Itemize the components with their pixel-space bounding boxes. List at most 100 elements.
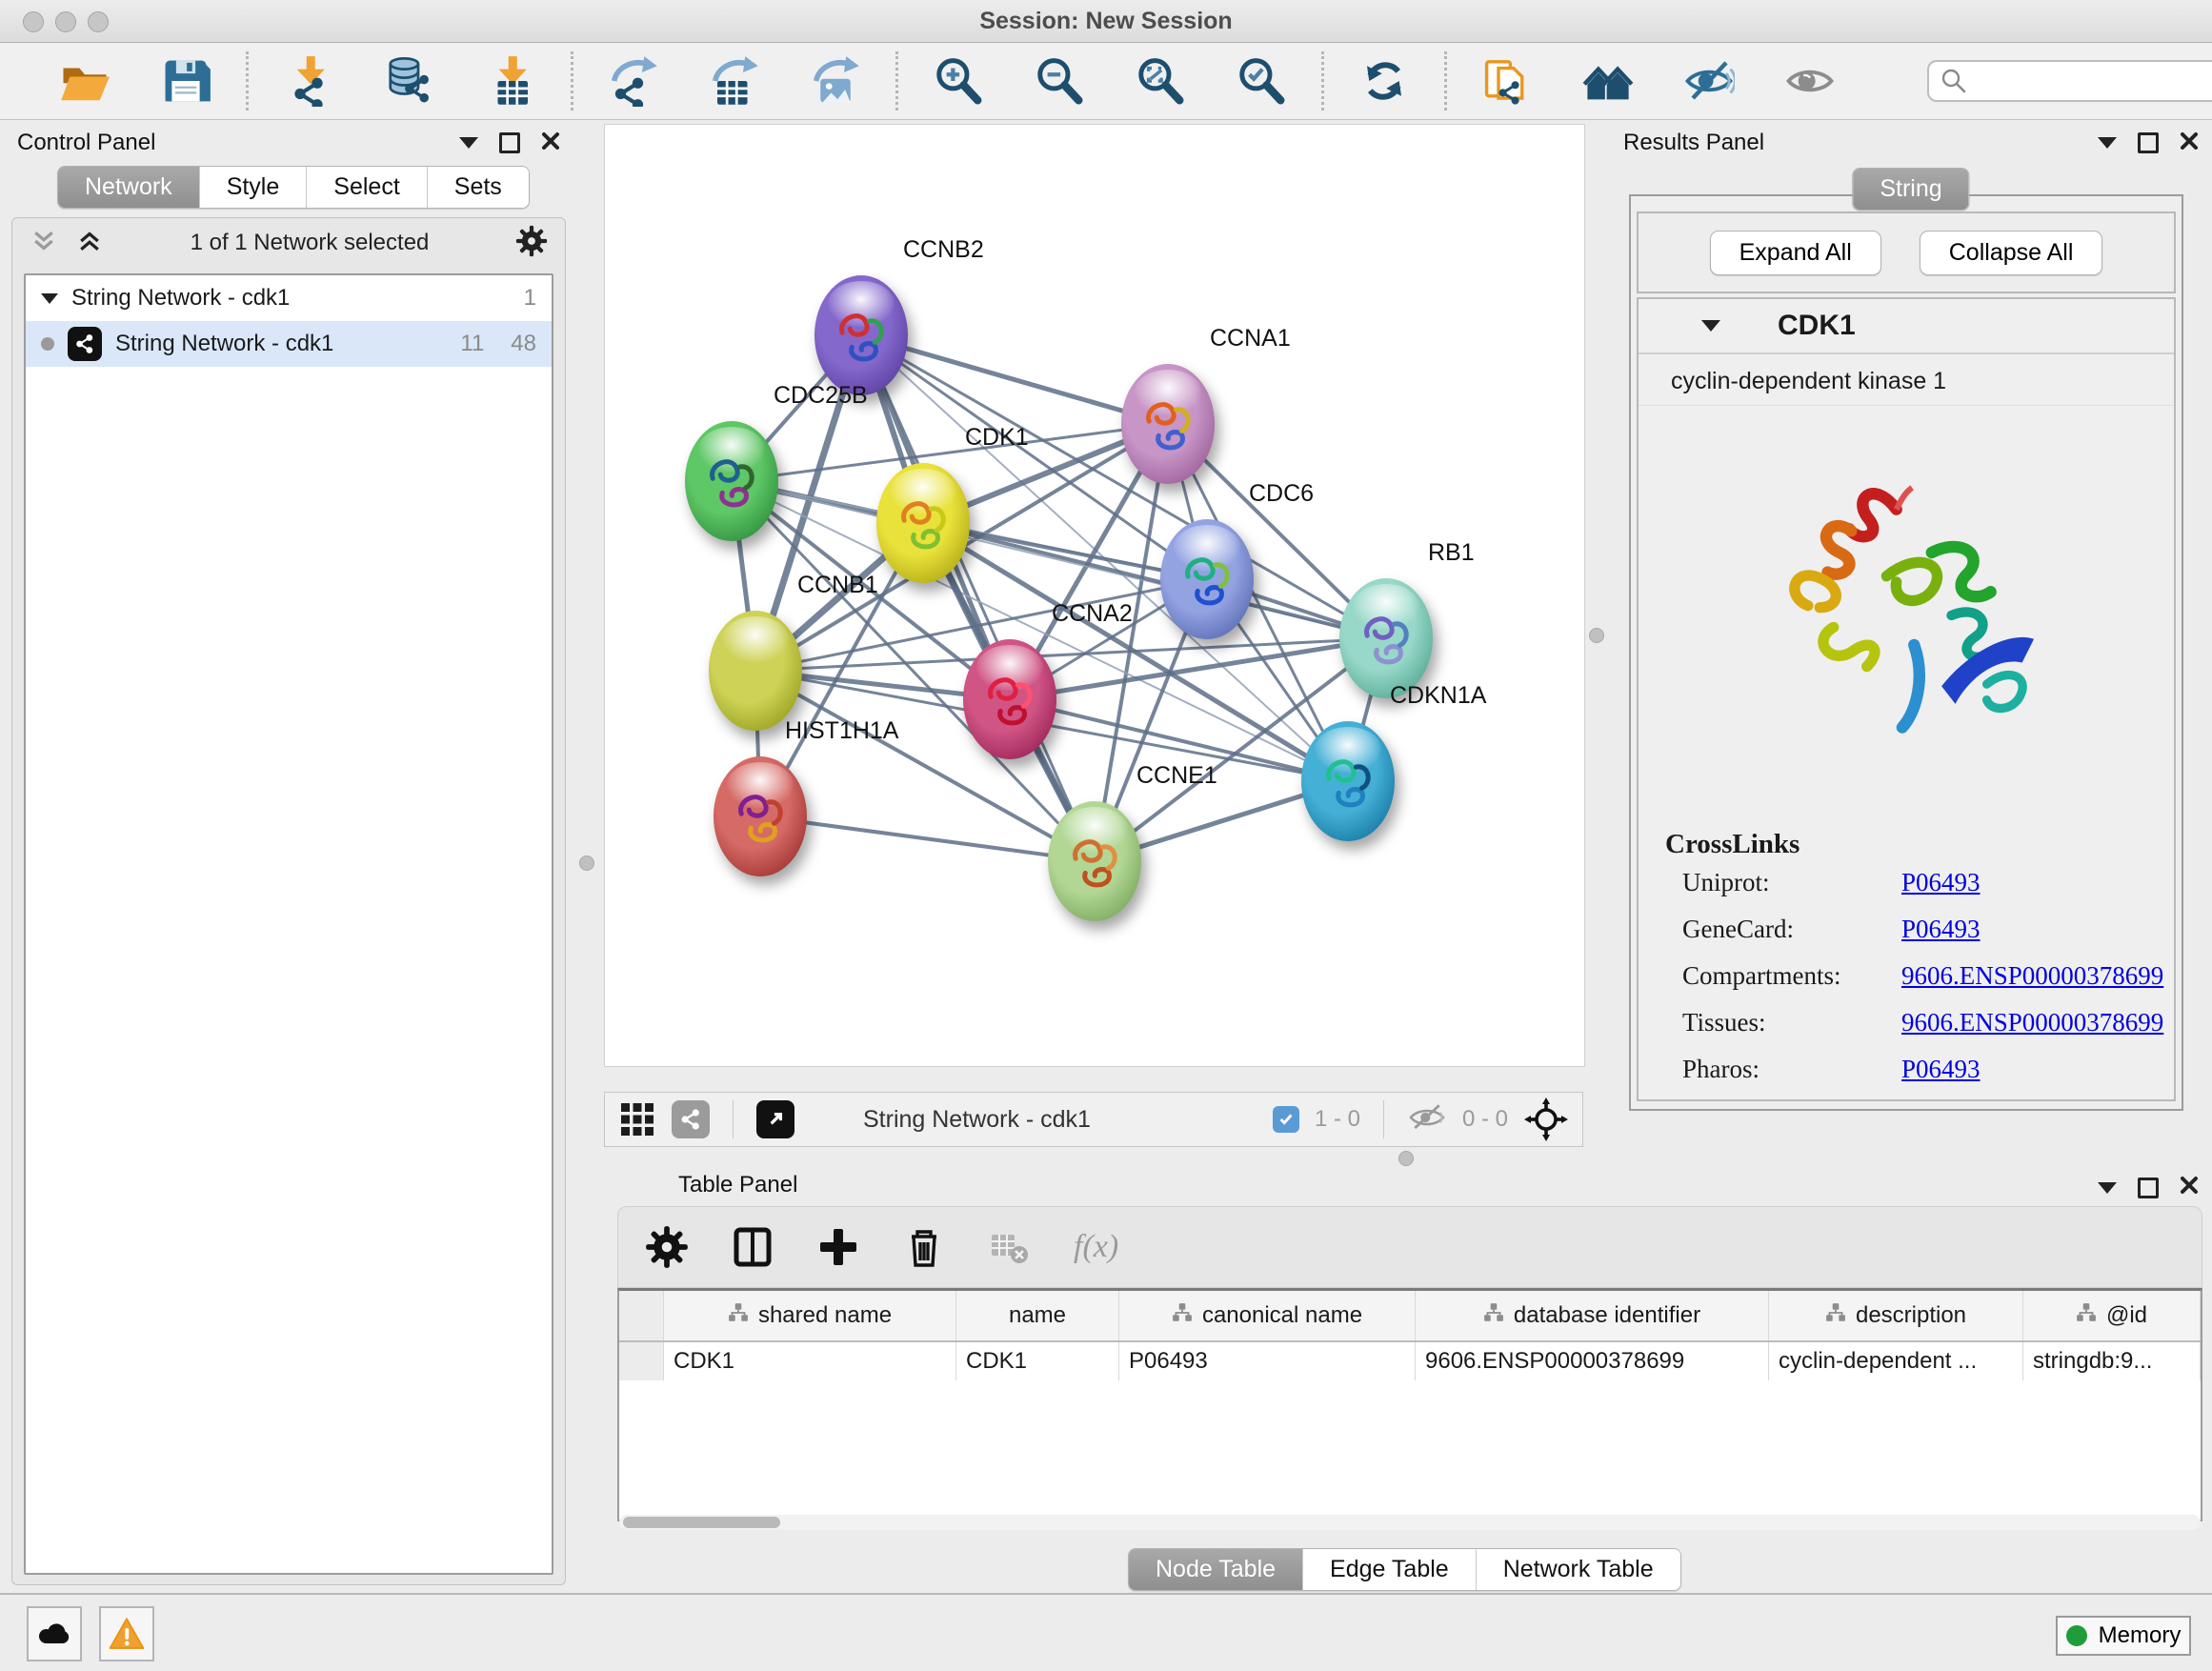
create-column-icon[interactable] <box>816 1225 860 1269</box>
left-splitter-handle[interactable] <box>579 856 594 871</box>
crosslink-link[interactable]: P06493 <box>1901 868 1981 897</box>
crosslink-link[interactable]: 9606.ENSP00000378699 <box>1901 1008 2163 1037</box>
tab-style[interactable]: Style <box>200 167 308 208</box>
warning-status-button[interactable] <box>99 1606 154 1661</box>
import-network-button[interactable] <box>281 53 336 109</box>
selected-checkbox-icon[interactable] <box>1273 1106 1299 1133</box>
tab-string[interactable]: String <box>1853 169 1968 210</box>
column-header-canonicalname[interactable]: canonical name <box>1119 1291 1416 1341</box>
import-database-button[interactable] <box>382 53 437 109</box>
tab-node-table[interactable]: Node Table <box>1129 1549 1303 1590</box>
detach-view-icon[interactable] <box>756 1100 794 1138</box>
panel-menu-icon[interactable] <box>459 137 478 149</box>
column-header-databaseidentifier[interactable]: database identifier <box>1416 1291 1769 1341</box>
column-type-icon <box>1483 1302 1504 1330</box>
network-node-ccne1[interactable] <box>1048 801 1141 921</box>
close-panel-icon[interactable] <box>2180 1176 2199 1199</box>
toggle-columns-icon[interactable] <box>731 1225 774 1269</box>
network-node-hist1h1a[interactable] <box>714 756 807 876</box>
float-panel-icon[interactable] <box>2138 132 2159 153</box>
network-node-ccna2[interactable] <box>963 639 1056 759</box>
grid-view-icon[interactable] <box>618 1100 656 1138</box>
network-node-cdc6[interactable] <box>1160 519 1254 639</box>
right-splitter-handle[interactable] <box>1589 628 1604 643</box>
fit-crosshair-icon[interactable] <box>1523 1097 1569 1142</box>
expand-all-button[interactable]: Expand All <box>1710 231 1881 275</box>
network-collection-row[interactable]: String Network - cdk1 1 <box>26 275 552 321</box>
table-cell[interactable]: CDK1 <box>664 1341 956 1380</box>
table-horizontal-scrollbar[interactable] <box>619 1515 2201 1530</box>
table-cell[interactable]: stringdb:9... <box>2023 1341 2201 1380</box>
table-cell[interactable]: CDK1 <box>956 1341 1119 1380</box>
network-node-ccna1[interactable] <box>1121 364 1215 484</box>
refresh-button[interactable] <box>1357 53 1412 109</box>
tab-sets[interactable]: Sets <box>428 167 529 208</box>
close-panel-icon[interactable] <box>2180 131 2199 155</box>
scrollbar-thumb[interactable] <box>623 1517 780 1528</box>
export-table-button[interactable] <box>707 53 762 109</box>
zoom-selected-button[interactable] <box>1234 53 1289 109</box>
collapse-all-icon[interactable] <box>30 227 58 260</box>
table-cell[interactable]: cyclin-dependent ... <box>1769 1341 2023 1380</box>
panel-menu-icon[interactable] <box>2098 1182 2117 1194</box>
zoom-out-button[interactable] <box>1032 53 1087 109</box>
table-settings-gear-icon[interactable] <box>645 1225 689 1269</box>
node-table[interactable]: shared namenamecanonical namedatabase id… <box>617 1288 2202 1521</box>
bottom-splitter-handle[interactable] <box>1398 1151 1414 1166</box>
crosslink-link[interactable]: P06493 <box>1901 915 1981 944</box>
tab-network[interactable]: Network <box>58 167 200 208</box>
hide-eye-button[interactable] <box>1681 53 1737 109</box>
network-edge[interactable] <box>923 523 1386 638</box>
table-cell[interactable]: P06493 <box>1119 1341 1416 1380</box>
tab-select[interactable]: Select <box>307 167 427 208</box>
network-canvas[interactable]: CCNB2CCNA1CDC25BCDK1CDC6RB1CCNB1CCNA2CDK… <box>604 124 1585 1067</box>
network-node-rb1[interactable] <box>1339 578 1433 698</box>
table-row[interactable]: CDK1CDK1P064939606.ENSP00000378699cyclin… <box>619 1341 2202 1380</box>
table-cell[interactable]: stringdb <box>2201 1341 2203 1380</box>
column-header-description[interactable]: description <box>1769 1291 2023 1341</box>
column-header-sharedname[interactable]: shared name <box>664 1291 956 1341</box>
network-node-ccnb2[interactable] <box>814 275 908 395</box>
column-header-name[interactable]: name <box>956 1291 1119 1341</box>
panel-menu-icon[interactable] <box>2098 137 2117 149</box>
network-edge[interactable] <box>760 816 1095 861</box>
export-image-button[interactable] <box>808 53 863 109</box>
export-network-button[interactable] <box>606 53 661 109</box>
crosslink-link[interactable]: P06493 <box>1901 1055 1981 1084</box>
float-panel-icon[interactable] <box>499 132 520 153</box>
save-session-button[interactable] <box>158 53 213 109</box>
tab-edge-table[interactable]: Edge Table <box>1303 1549 1477 1590</box>
column-header-namespace[interactable]: namespace <box>2201 1291 2203 1341</box>
memory-button[interactable]: Memory <box>2056 1616 2191 1656</box>
zoom-in-button[interactable] <box>931 53 986 109</box>
search-input[interactable] <box>1927 60 2212 102</box>
delete-column-icon[interactable] <box>902 1225 946 1269</box>
network-node-cdk1[interactable] <box>876 463 970 583</box>
cloud-status-button[interactable] <box>27 1606 82 1661</box>
zoom-fit-button[interactable] <box>1133 53 1188 109</box>
show-eye-button[interactable] <box>1782 53 1838 109</box>
column-type-icon <box>2076 1302 2097 1330</box>
tab-network-table[interactable]: Network Table <box>1477 1549 1680 1590</box>
search-icon <box>1941 68 1967 94</box>
duplicate-network-button[interactable] <box>1479 53 1535 109</box>
column-header-id[interactable]: @id <box>2023 1291 2201 1341</box>
network-row[interactable]: String Network - cdk1 11 48 <box>26 321 552 367</box>
network-options-gear-icon[interactable] <box>515 225 548 262</box>
collapse-all-button[interactable]: Collapse All <box>1920 231 2103 275</box>
network-edge[interactable] <box>861 335 1095 861</box>
expand-all-icon[interactable] <box>75 227 104 260</box>
open-session-button[interactable] <box>57 53 112 109</box>
crosslink-link[interactable]: 9606.ENSP00000378699 <box>1901 961 2163 991</box>
collection-caret-icon[interactable] <box>41 293 58 304</box>
section-caret-icon[interactable] <box>1701 320 1720 332</box>
network-node-cdc25b[interactable] <box>685 421 778 541</box>
network-node-ccnb1[interactable] <box>709 611 802 731</box>
table-cell[interactable]: 9606.ENSP00000378699 <box>1416 1341 1769 1380</box>
network-home-button[interactable] <box>1580 53 1636 109</box>
network-node-cdkn1a[interactable] <box>1301 721 1395 841</box>
node-section-header[interactable]: CDK1 <box>1639 299 2174 354</box>
float-panel-icon[interactable] <box>2138 1178 2159 1198</box>
close-panel-icon[interactable] <box>541 131 560 155</box>
import-table-button[interactable] <box>483 53 538 109</box>
